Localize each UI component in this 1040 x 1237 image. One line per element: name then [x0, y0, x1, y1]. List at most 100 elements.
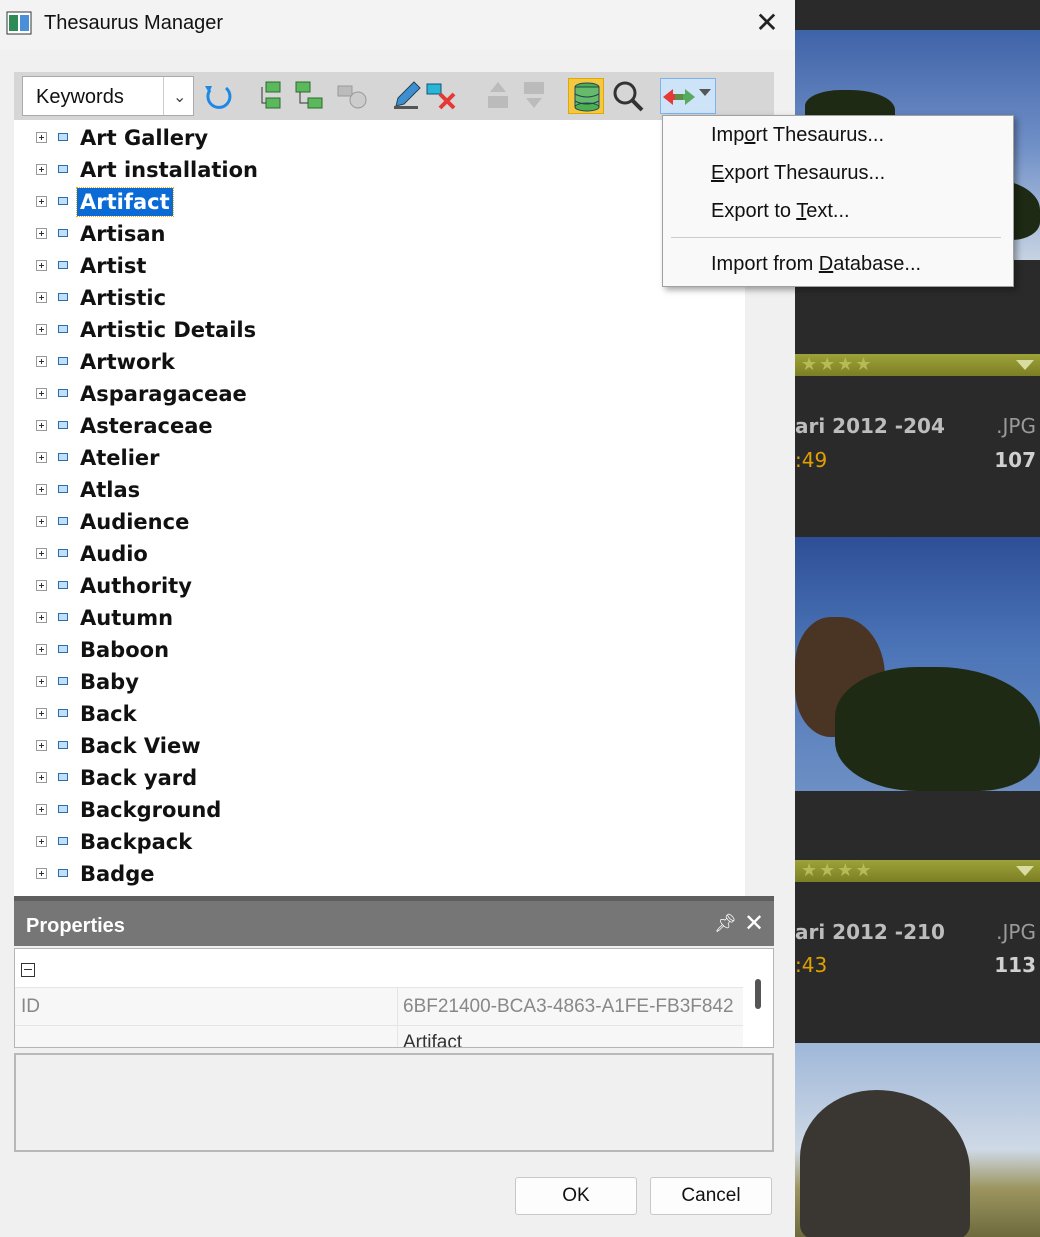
close-icon[interactable]: ✕	[744, 909, 764, 937]
tree-item[interactable]: Back yard	[14, 762, 745, 794]
tree-item[interactable]: Artist	[14, 250, 745, 282]
expand-icon[interactable]	[36, 772, 47, 783]
search-button[interactable]	[610, 78, 646, 114]
add-child-button[interactable]	[292, 78, 328, 114]
tree-item[interactable]: Background	[14, 794, 745, 826]
tree-item-label[interactable]: Background	[77, 796, 224, 824]
ok-button[interactable]: OK	[515, 1177, 637, 1215]
expand-icon[interactable]	[36, 580, 47, 591]
tree-item-label[interactable]: Autumn	[77, 604, 176, 632]
tree-item[interactable]: Audio	[14, 538, 745, 570]
expand-icon[interactable]	[36, 324, 47, 335]
properties-scrollbar[interactable]	[755, 979, 761, 1009]
link-button[interactable]	[334, 78, 370, 114]
add-sibling-button[interactable]	[256, 78, 292, 114]
tree-item[interactable]: Badge	[14, 858, 745, 890]
dropdown-arrow-icon[interactable]	[699, 89, 711, 96]
tree-item[interactable]: Artwork	[14, 346, 745, 378]
edit-button[interactable]	[388, 78, 424, 114]
expand-icon[interactable]	[36, 388, 47, 399]
tree-item-label[interactable]: Artist	[77, 252, 149, 280]
tree-item[interactable]: Artisan	[14, 218, 745, 250]
tree-item-label[interactable]: Back	[77, 700, 140, 728]
tree-item[interactable]: Backpack	[14, 826, 745, 858]
move-down-button[interactable]	[516, 78, 552, 114]
tree-item[interactable]: Back View	[14, 730, 745, 762]
tree-item-label[interactable]: Baboon	[77, 636, 172, 664]
tree-item-label[interactable]: Atelier	[77, 444, 163, 472]
tree-item-label[interactable]: Art installation	[77, 156, 261, 184]
tree-item[interactable]: Autumn	[14, 602, 745, 634]
tree-item[interactable]: Art Gallery	[14, 122, 745, 154]
tree-item-label[interactable]: Atlas	[77, 476, 143, 504]
tree-item[interactable]: Artistic	[14, 282, 745, 314]
tree-item-label[interactable]: Art Gallery	[77, 124, 211, 152]
tree-item[interactable]: Atlas	[14, 474, 745, 506]
expand-icon[interactable]	[36, 548, 47, 559]
tree-item[interactable]: Artifact	[14, 186, 745, 218]
tree-item-label[interactable]: Baby	[77, 668, 142, 696]
expand-icon[interactable]	[36, 132, 47, 143]
expand-icon[interactable]	[36, 164, 47, 175]
expand-icon[interactable]	[36, 804, 47, 815]
database-button[interactable]	[568, 78, 604, 114]
property-row[interactable]: Artifact	[15, 1025, 743, 1047]
cancel-button[interactable]: Cancel	[650, 1177, 772, 1215]
expand-icon[interactable]	[36, 196, 47, 207]
tree-item-label[interactable]: Asteraceae	[77, 412, 216, 440]
tree-item[interactable]: Audience	[14, 506, 745, 538]
menu-item[interactable]: Import from Database...	[711, 253, 921, 276]
menu-item[interactable]: Export Thesaurus...	[711, 162, 885, 185]
menu-item[interactable]: Import Thesaurus...	[711, 124, 884, 147]
dropdown-arrow-icon[interactable]	[1016, 866, 1034, 876]
tree-item-label[interactable]: Asparagaceae	[77, 380, 250, 408]
tree-item-label[interactable]: Audio	[77, 540, 151, 568]
tree-item-label[interactable]: Artistic	[77, 284, 169, 312]
expand-icon[interactable]	[36, 516, 47, 527]
thesaurus-type-combo[interactable]: Keywords ⌄	[22, 76, 194, 116]
thumbnail-photo[interactable]	[795, 537, 1040, 791]
expand-icon[interactable]	[36, 644, 47, 655]
move-up-button[interactable]	[480, 78, 516, 114]
dropdown-arrow-icon[interactable]	[1016, 360, 1034, 370]
expand-icon[interactable]	[36, 836, 47, 847]
tree-item-label[interactable]: Back View	[77, 732, 204, 760]
tree-item[interactable]: Asparagaceae	[14, 378, 745, 410]
import-export-button[interactable]	[660, 78, 716, 114]
expand-icon[interactable]	[36, 708, 47, 719]
delete-button[interactable]	[424, 78, 460, 114]
expand-icon[interactable]	[36, 484, 47, 495]
tree-item-label[interactable]: Badge	[77, 860, 157, 888]
expand-icon[interactable]	[36, 676, 47, 687]
expand-icon[interactable]	[36, 292, 47, 303]
tree-item[interactable]: Back	[14, 698, 745, 730]
rating-bar[interactable]: ★★★★	[795, 354, 1040, 376]
collapse-icon[interactable]	[21, 963, 35, 977]
tree-item-label[interactable]: Artifact	[76, 187, 174, 217]
tree-item[interactable]: Baboon	[14, 634, 745, 666]
title-bar[interactable]: Thesaurus Manager ✕	[0, 0, 795, 50]
expand-icon[interactable]	[36, 228, 47, 239]
tree-item-label[interactable]: Backpack	[77, 828, 195, 856]
expand-icon[interactable]	[36, 868, 47, 879]
tree-item[interactable]: Atelier	[14, 442, 745, 474]
expand-icon[interactable]	[36, 452, 47, 463]
tree-item[interactable]: Authority	[14, 570, 745, 602]
tree-item-label[interactable]: Audience	[77, 508, 192, 536]
expand-icon[interactable]	[36, 740, 47, 751]
expand-icon[interactable]	[36, 612, 47, 623]
rating-bar[interactable]: ★★★★	[795, 860, 1040, 882]
property-row[interactable]: ID 6BF21400-BCA3-4863-A1FE-FB3F842	[15, 987, 743, 1026]
refresh-button[interactable]	[200, 78, 236, 114]
chevron-down-icon[interactable]: ⌄	[173, 87, 186, 106]
tree-item-label[interactable]: Authority	[77, 572, 195, 600]
thesaurus-tree[interactable]: Art Gallery Art installation Artifact Artis…	[14, 120, 745, 896]
expand-icon[interactable]	[36, 356, 47, 367]
tree-item-label[interactable]: Back yard	[77, 764, 200, 792]
tree-item[interactable]: Baby	[14, 666, 745, 698]
tree-item[interactable]: Artistic Details	[14, 314, 745, 346]
tree-item-label[interactable]: Artistic Details	[77, 316, 259, 344]
expand-icon[interactable]	[36, 420, 47, 431]
tree-item-label[interactable]: Artwork	[77, 348, 178, 376]
close-window-button[interactable]: ✕	[752, 8, 782, 38]
